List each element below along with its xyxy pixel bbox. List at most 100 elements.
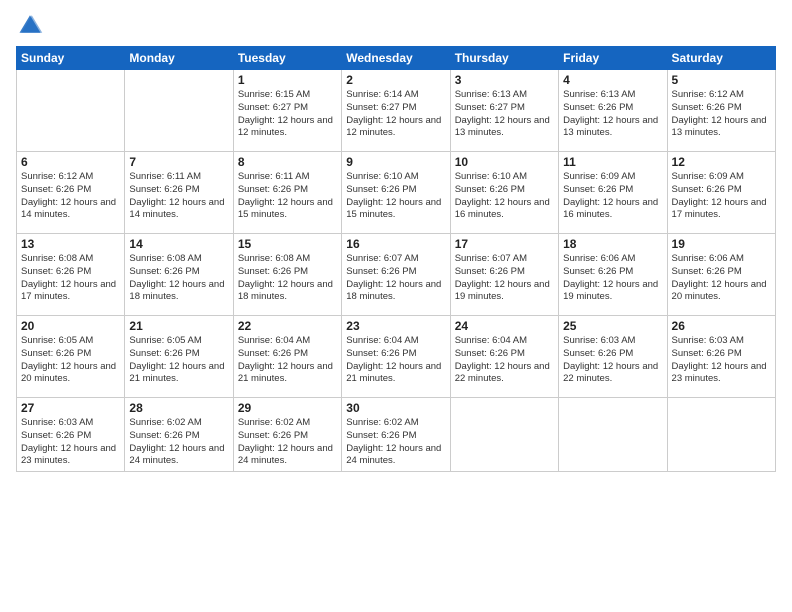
calendar-cell: 18 Sunrise: 6:06 AM Sunset: 6:26 PM Dayli… bbox=[559, 234, 667, 316]
day-number: 29 bbox=[238, 401, 337, 415]
calendar-cell: 14Sunrise: 6:08 AM Sunset: 6:26 PM Dayli… bbox=[125, 234, 233, 316]
day-info: Sunrise: 6:07 AM Sunset: 6:26 PM Dayligh… bbox=[455, 253, 554, 304]
day-info: Sunrise: 6:03 AM Sunset: 6:26 PM Dayligh… bbox=[21, 417, 120, 468]
day-info: Sunrise: 6:03 AM Sunset: 6:26 PM Dayligh… bbox=[563, 335, 662, 386]
day-info: Sunrise: 6:09 AM Sunset: 6:26 PM Dayligh… bbox=[563, 171, 662, 222]
weekday-header-row: SundayMondayTuesdayWednesdayThursdayFrid… bbox=[17, 47, 776, 70]
day-info: Sunrise: 6:04 AM Sunset: 6:26 PM Dayligh… bbox=[455, 335, 554, 386]
day-info: Sunrise: 6:02 AM Sunset: 6:26 PM Dayligh… bbox=[129, 417, 228, 468]
day-info: Sunrise: 6:08 AM Sunset: 6:26 PM Dayligh… bbox=[21, 253, 120, 304]
day-number: 15 bbox=[238, 237, 337, 251]
calendar-cell bbox=[667, 398, 775, 472]
weekday-header-friday: Friday bbox=[559, 47, 667, 70]
day-info: Sunrise: 6:13 AM Sunset: 6:27 PM Dayligh… bbox=[455, 89, 554, 140]
calendar-week-3: 13 Sunrise: 6:08 AM Sunset: 6:26 PM Dayli… bbox=[17, 234, 776, 316]
day-info: Sunrise: 6:06 AM Sunset: 6:26 PM Dayligh… bbox=[563, 253, 662, 304]
logo-icon bbox=[16, 10, 44, 38]
calendar-cell: 1Sunrise: 6:15 AM Sunset: 6:27 PM Daylig… bbox=[233, 70, 341, 152]
weekday-header-monday: Monday bbox=[125, 47, 233, 70]
calendar-cell: 11Sunrise: 6:09 AM Sunset: 6:26 PM Dayli… bbox=[559, 152, 667, 234]
day-info: Sunrise: 6:05 AM Sunset: 6:26 PM Dayligh… bbox=[21, 335, 120, 386]
day-number: 13 bbox=[21, 237, 120, 251]
calendar-cell: 5 Sunrise: 6:12 AM Sunset: 6:26 PM Daylig… bbox=[667, 70, 775, 152]
day-info: Sunrise: 6:11 AM Sunset: 6:26 PM Dayligh… bbox=[238, 171, 337, 222]
day-info: Sunrise: 6:08 AM Sunset: 6:26 PM Dayligh… bbox=[129, 253, 228, 304]
calendar-cell: 2 Sunrise: 6:14 AM Sunset: 6:27 PM Daylig… bbox=[342, 70, 450, 152]
calendar-cell: 13 Sunrise: 6:08 AM Sunset: 6:26 PM Dayli… bbox=[17, 234, 125, 316]
day-number: 9 bbox=[346, 155, 445, 169]
calendar-cell bbox=[450, 398, 558, 472]
calendar-cell: 19 Sunrise: 6:06 AM Sunset: 6:26 PM Dayli… bbox=[667, 234, 775, 316]
day-number: 8 bbox=[238, 155, 337, 169]
weekday-header-saturday: Saturday bbox=[667, 47, 775, 70]
day-number: 21 bbox=[129, 319, 228, 333]
day-info: Sunrise: 6:11 AM Sunset: 6:26 PM Dayligh… bbox=[129, 171, 228, 222]
day-info: Sunrise: 6:15 AM Sunset: 6:27 PM Dayligh… bbox=[238, 89, 337, 140]
day-number: 24 bbox=[455, 319, 554, 333]
calendar-cell: 6 Sunrise: 6:12 AM Sunset: 6:26 PM Daylig… bbox=[17, 152, 125, 234]
day-number: 28 bbox=[129, 401, 228, 415]
logo bbox=[16, 10, 48, 38]
calendar-week-2: 6 Sunrise: 6:12 AM Sunset: 6:26 PM Daylig… bbox=[17, 152, 776, 234]
day-info: Sunrise: 6:06 AM Sunset: 6:26 PM Dayligh… bbox=[672, 253, 771, 304]
calendar-cell: 27 Sunrise: 6:03 AM Sunset: 6:26 PM Dayli… bbox=[17, 398, 125, 472]
calendar-cell: 15 Sunrise: 6:08 AM Sunset: 6:26 PM Dayli… bbox=[233, 234, 341, 316]
day-number: 12 bbox=[672, 155, 771, 169]
weekday-header-wednesday: Wednesday bbox=[342, 47, 450, 70]
day-number: 17 bbox=[455, 237, 554, 251]
calendar-cell bbox=[125, 70, 233, 152]
day-number: 2 bbox=[346, 73, 445, 87]
calendar-cell: 16 Sunrise: 6:07 AM Sunset: 6:26 PM Dayli… bbox=[342, 234, 450, 316]
calendar-cell: 21 Sunrise: 6:05 AM Sunset: 6:26 PM Dayli… bbox=[125, 316, 233, 398]
calendar-cell: 26Sunrise: 6:03 AM Sunset: 6:26 PM Dayli… bbox=[667, 316, 775, 398]
calendar-cell: 28 Sunrise: 6:02 AM Sunset: 6:26 PM Dayli… bbox=[125, 398, 233, 472]
calendar-cell: 25 Sunrise: 6:03 AM Sunset: 6:26 PM Dayli… bbox=[559, 316, 667, 398]
weekday-header-thursday: Thursday bbox=[450, 47, 558, 70]
day-number: 19 bbox=[672, 237, 771, 251]
day-info: Sunrise: 6:10 AM Sunset: 6:26 PM Dayligh… bbox=[346, 171, 445, 222]
day-number: 22 bbox=[238, 319, 337, 333]
calendar-cell: 20 Sunrise: 6:05 AM Sunset: 6:26 PM Dayli… bbox=[17, 316, 125, 398]
day-number: 25 bbox=[563, 319, 662, 333]
day-number: 5 bbox=[672, 73, 771, 87]
calendar-cell: 8 Sunrise: 6:11 AM Sunset: 6:26 PM Daylig… bbox=[233, 152, 341, 234]
day-number: 6 bbox=[21, 155, 120, 169]
day-info: Sunrise: 6:07 AM Sunset: 6:26 PM Dayligh… bbox=[346, 253, 445, 304]
calendar-cell: 30 Sunrise: 6:02 AM Sunset: 6:26 PM Dayli… bbox=[342, 398, 450, 472]
day-number: 23 bbox=[346, 319, 445, 333]
calendar-cell: 17 Sunrise: 6:07 AM Sunset: 6:26 PM Dayli… bbox=[450, 234, 558, 316]
day-info: Sunrise: 6:09 AM Sunset: 6:26 PM Dayligh… bbox=[672, 171, 771, 222]
calendar-cell: 24 Sunrise: 6:04 AM Sunset: 6:26 PM Dayli… bbox=[450, 316, 558, 398]
day-info: Sunrise: 6:02 AM Sunset: 6:26 PM Dayligh… bbox=[238, 417, 337, 468]
day-info: Sunrise: 6:05 AM Sunset: 6:26 PM Dayligh… bbox=[129, 335, 228, 386]
calendar-cell bbox=[17, 70, 125, 152]
header bbox=[16, 10, 776, 38]
day-info: Sunrise: 6:02 AM Sunset: 6:26 PM Dayligh… bbox=[346, 417, 445, 468]
day-info: Sunrise: 6:12 AM Sunset: 6:26 PM Dayligh… bbox=[21, 171, 120, 222]
day-number: 16 bbox=[346, 237, 445, 251]
day-number: 20 bbox=[21, 319, 120, 333]
calendar-cell bbox=[559, 398, 667, 472]
weekday-header-sunday: Sunday bbox=[17, 47, 125, 70]
calendar-cell: 23Sunrise: 6:04 AM Sunset: 6:26 PM Dayli… bbox=[342, 316, 450, 398]
day-number: 27 bbox=[21, 401, 120, 415]
calendar-header: SundayMondayTuesdayWednesdayThursdayFrid… bbox=[17, 47, 776, 70]
day-info: Sunrise: 6:10 AM Sunset: 6:26 PM Dayligh… bbox=[455, 171, 554, 222]
day-info: Sunrise: 6:14 AM Sunset: 6:27 PM Dayligh… bbox=[346, 89, 445, 140]
day-info: Sunrise: 6:03 AM Sunset: 6:26 PM Dayligh… bbox=[672, 335, 771, 386]
calendar-cell: 10 Sunrise: 6:10 AM Sunset: 6:26 PM Dayli… bbox=[450, 152, 558, 234]
day-number: 18 bbox=[563, 237, 662, 251]
day-info: Sunrise: 6:13 AM Sunset: 6:26 PM Dayligh… bbox=[563, 89, 662, 140]
weekday-header-tuesday: Tuesday bbox=[233, 47, 341, 70]
calendar-cell: 12 Sunrise: 6:09 AM Sunset: 6:26 PM Dayli… bbox=[667, 152, 775, 234]
calendar-cell: 9 Sunrise: 6:10 AM Sunset: 6:26 PM Daylig… bbox=[342, 152, 450, 234]
day-info: Sunrise: 6:12 AM Sunset: 6:26 PM Dayligh… bbox=[672, 89, 771, 140]
calendar-week-5: 27 Sunrise: 6:03 AM Sunset: 6:26 PM Dayli… bbox=[17, 398, 776, 472]
calendar-cell: 7Sunrise: 6:11 AM Sunset: 6:26 PM Daylig… bbox=[125, 152, 233, 234]
calendar-cell: 22Sunrise: 6:04 AM Sunset: 6:26 PM Dayli… bbox=[233, 316, 341, 398]
day-info: Sunrise: 6:08 AM Sunset: 6:26 PM Dayligh… bbox=[238, 253, 337, 304]
day-number: 3 bbox=[455, 73, 554, 87]
day-number: 10 bbox=[455, 155, 554, 169]
day-number: 30 bbox=[346, 401, 445, 415]
calendar-cell: 29 Sunrise: 6:02 AM Sunset: 6:26 PM Dayli… bbox=[233, 398, 341, 472]
